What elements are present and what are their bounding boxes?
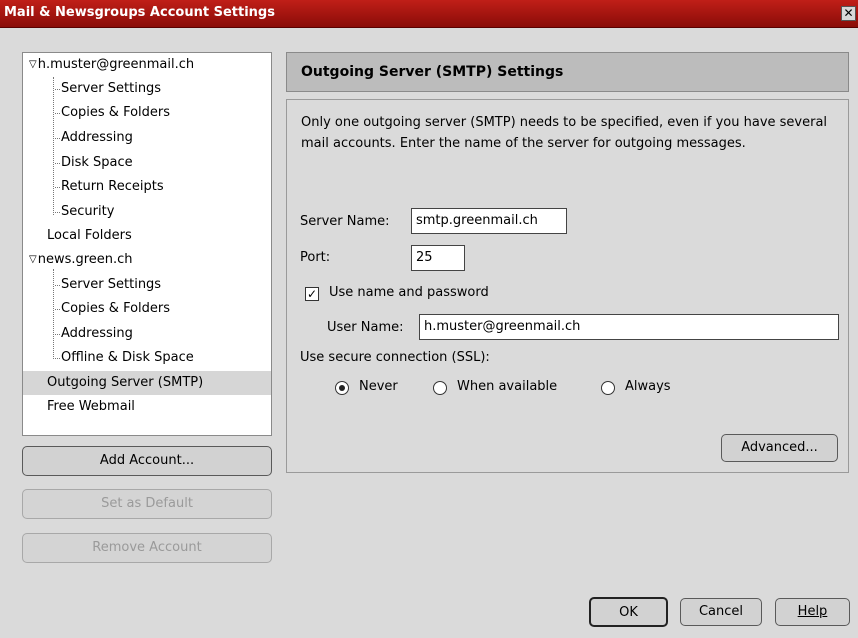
ssl-never-label: Never (359, 379, 398, 394)
remove-account-label: Remove Account (92, 540, 202, 555)
use-auth-label: Use name and password (329, 285, 489, 300)
set-default-label: Set as Default (101, 496, 193, 511)
ok-button[interactable]: OK (589, 597, 668, 627)
tree-item-label: Server Settings (61, 81, 162, 96)
tree-item-label: h.muster@greenmail.ch (37, 57, 195, 72)
expand-triangle-icon[interactable]: ▽ (29, 248, 37, 272)
tree-item-free-webmail[interactable]: Free Webmail (47, 395, 135, 419)
checkmark-icon: ✓ (306, 287, 318, 301)
radio-selected-dot (339, 385, 345, 391)
user-name-label: User Name: (327, 320, 404, 335)
ssl-never-radio[interactable] (335, 381, 349, 395)
server-name-field[interactable]: smtp.greenmail.ch (411, 208, 567, 234)
tree-item-label: Return Receipts (61, 179, 164, 194)
port-field[interactable]: 25 (411, 245, 465, 271)
ssl-when-available-label: When available (457, 379, 558, 394)
tree-item-local-folders[interactable]: Local Folders (47, 224, 132, 248)
ssl-label: Use secure connection (SSL): (300, 350, 490, 365)
tree-item-news-server-settings[interactable]: Server Settings (54, 273, 162, 297)
tree-item-addressing[interactable]: Addressing (55, 126, 133, 150)
tree-item-label: Server Settings (61, 277, 162, 292)
tree-item-label: Disk Space (61, 155, 133, 170)
tree-item-account-greenmail[interactable]: ▽h.muster@greenmail.ch (29, 53, 194, 77)
use-auth-checkbox[interactable]: ✓ (305, 287, 319, 301)
ssl-when-available-radio[interactable] (433, 381, 447, 395)
tree-guide-line (53, 269, 54, 359)
expand-triangle-icon[interactable]: ▽ (29, 53, 37, 77)
remove-account-button[interactable]: Remove Account (22, 533, 272, 563)
tree-item-security[interactable]: Security (54, 200, 115, 224)
advanced-button[interactable]: Advanced... (721, 434, 838, 462)
close-icon: ✕ (843, 6, 854, 20)
tree-item-label: Security (61, 204, 115, 219)
help-label: Help (797, 604, 828, 619)
account-tree: ▽h.muster@greenmail.ch Server Settings C… (22, 52, 272, 436)
panel-title: Outgoing Server (SMTP) Settings (301, 64, 564, 80)
tree-item-label: news.green.ch (37, 252, 133, 267)
cancel-button[interactable]: Cancel (680, 598, 762, 626)
tree-item-label: Addressing (61, 326, 133, 341)
smtp-settings-panel: Only one outgoing server (SMTP) needs to… (286, 99, 849, 473)
ssl-always-radio[interactable] (601, 381, 615, 395)
tree-item-news-copies-folders[interactable]: Copies & Folders (54, 297, 171, 321)
tree-item-label: Local Folders (47, 228, 132, 243)
port-label: Port: (300, 250, 331, 265)
tree-item-label: Free Webmail (47, 399, 135, 414)
window-title: Mail & Newsgroups Account Settings (4, 5, 275, 20)
tree-item-disk-space[interactable]: Disk Space (55, 151, 133, 175)
panel-header: Outgoing Server (SMTP) Settings (286, 52, 849, 92)
set-default-button[interactable]: Set as Default (22, 489, 272, 519)
tree-guide-line (53, 77, 54, 215)
tree-item-return-receipts[interactable]: Return Receipts (55, 175, 164, 199)
ssl-always-label: Always (625, 379, 671, 394)
tree-item-label: Offline & Disk Space (61, 350, 194, 365)
add-account-button[interactable]: Add Account... (22, 446, 272, 476)
add-account-label: Add Account... (99, 453, 195, 468)
advanced-label: Advanced... (741, 440, 818, 455)
help-button[interactable]: Help (775, 598, 850, 626)
server-name-label: Server Name: (300, 214, 390, 229)
tree-item-label: Addressing (61, 130, 133, 145)
tree-item-copies-folders[interactable]: Copies & Folders (54, 101, 171, 125)
panel-description: Only one outgoing server (SMTP) needs to… (301, 115, 828, 151)
tree-item-news-addressing[interactable]: Addressing (55, 322, 133, 346)
tree-item-outgoing-server[interactable]: Outgoing Server (SMTP) (23, 371, 271, 395)
ok-label: OK (619, 605, 638, 620)
user-name-field[interactable]: h.muster@greenmail.ch (419, 314, 839, 340)
tree-item-offline-disk-space[interactable]: Offline & Disk Space (55, 346, 194, 370)
account-settings-window: Mail & Newsgroups Account Settings ✕ ▽h.… (0, 0, 858, 638)
close-button[interactable]: ✕ (841, 6, 856, 21)
tree-item-server-settings[interactable]: Server Settings (54, 77, 162, 101)
tree-item-label: Copies & Folders (61, 105, 171, 120)
cancel-label: Cancel (698, 604, 744, 619)
tree-item-label: Copies & Folders (61, 301, 171, 316)
tree-item-account-news[interactable]: ▽news.green.ch (29, 248, 133, 272)
tree-item-label: Outgoing Server (SMTP) (47, 375, 204, 390)
title-bar: Mail & Newsgroups Account Settings ✕ (0, 0, 858, 28)
